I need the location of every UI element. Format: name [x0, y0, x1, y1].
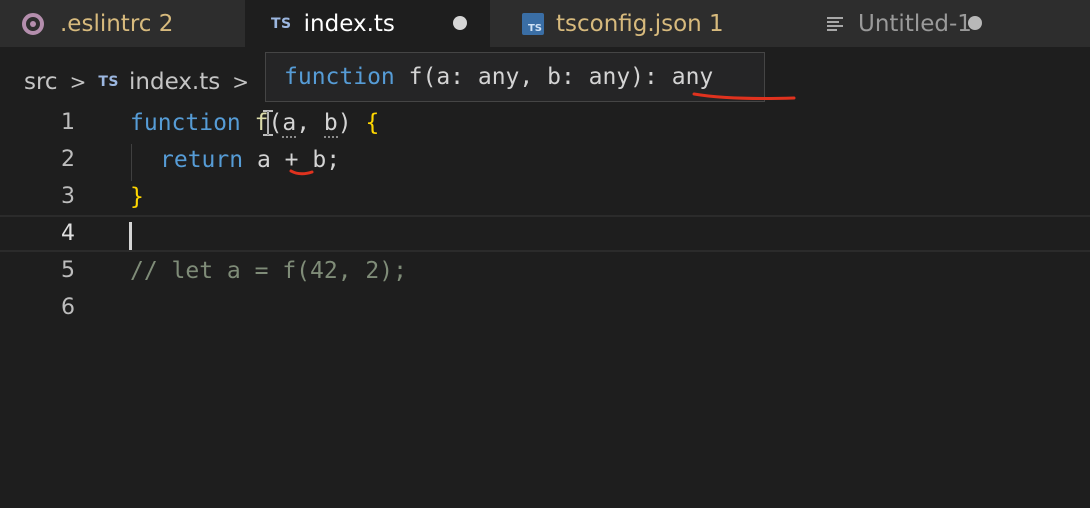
chevron-right-icon: >	[69, 70, 87, 94]
ibeam-cursor-icon	[263, 110, 273, 136]
line-number: 2	[61, 147, 75, 172]
code-line-2[interactable]: 2 return a + b;	[0, 141, 1090, 178]
tab-tsconfig[interactable]: TS tsconfig.json 1	[490, 0, 790, 47]
annotation-underline-operator	[289, 169, 314, 176]
code-text: }	[130, 183, 144, 210]
line-number: 5	[61, 258, 75, 283]
ts-file-icon: TS	[271, 15, 292, 32]
tooltip-signature: f(a: any, b: any):	[394, 64, 672, 90]
code-line-1[interactable]: 1 function f(a, b) {	[0, 104, 1090, 141]
line-number: 6	[61, 295, 75, 320]
code-line-5[interactable]: 5 // let a = f(42, 2);	[0, 252, 1090, 289]
lines-icon	[827, 16, 843, 31]
chevron-right-icon: >	[232, 70, 250, 94]
line-number: 4	[61, 221, 75, 246]
modified-dot-icon[interactable]	[968, 16, 982, 30]
ts-file-icon: TS	[98, 74, 119, 90]
code-comment: // let a = f(42, 2);	[130, 257, 407, 284]
modified-dot-icon[interactable]	[453, 16, 467, 30]
annotation-underline-return-type	[692, 92, 796, 100]
code-editor[interactable]: 1 function f(a, b) { 2 return a + b; 3 }…	[0, 104, 1090, 508]
breadcrumb: src > TS index.ts >	[24, 66, 261, 98]
tab-eslintrc[interactable]: .eslintrc 2	[0, 0, 245, 47]
line-number: 1	[61, 110, 75, 135]
tab-label: tsconfig.json 1	[556, 10, 724, 37]
tooltip-return-type: any	[671, 64, 714, 90]
tab-label: index.ts	[303, 10, 395, 37]
tab-index-ts[interactable]: TS index.ts	[245, 0, 490, 47]
ts-file-icon: TS	[522, 12, 544, 35]
breadcrumb-folder[interactable]: src	[24, 69, 58, 95]
editor-window: .eslintrc 2 TS index.ts TS tsconfig.json…	[0, 0, 1090, 508]
gear-icon	[22, 12, 44, 35]
tab-label: .eslintrc 2	[60, 10, 174, 37]
code-text: function f(a, b) {	[130, 109, 380, 138]
tab-bar: .eslintrc 2 TS index.ts TS tsconfig.json…	[0, 0, 1090, 47]
code-line-6[interactable]: 6	[0, 289, 1090, 326]
code-line-3[interactable]: 3 }	[0, 178, 1090, 215]
breadcrumb-file[interactable]: index.ts	[129, 69, 220, 95]
text-cursor	[129, 222, 132, 250]
code-line-4[interactable]: 4	[0, 215, 1090, 252]
tab-label: Untitled-1	[858, 10, 972, 37]
tooltip-keyword: function	[284, 64, 395, 90]
tab-untitled[interactable]: Untitled-1	[790, 0, 1090, 47]
line-number: 3	[61, 184, 75, 209]
